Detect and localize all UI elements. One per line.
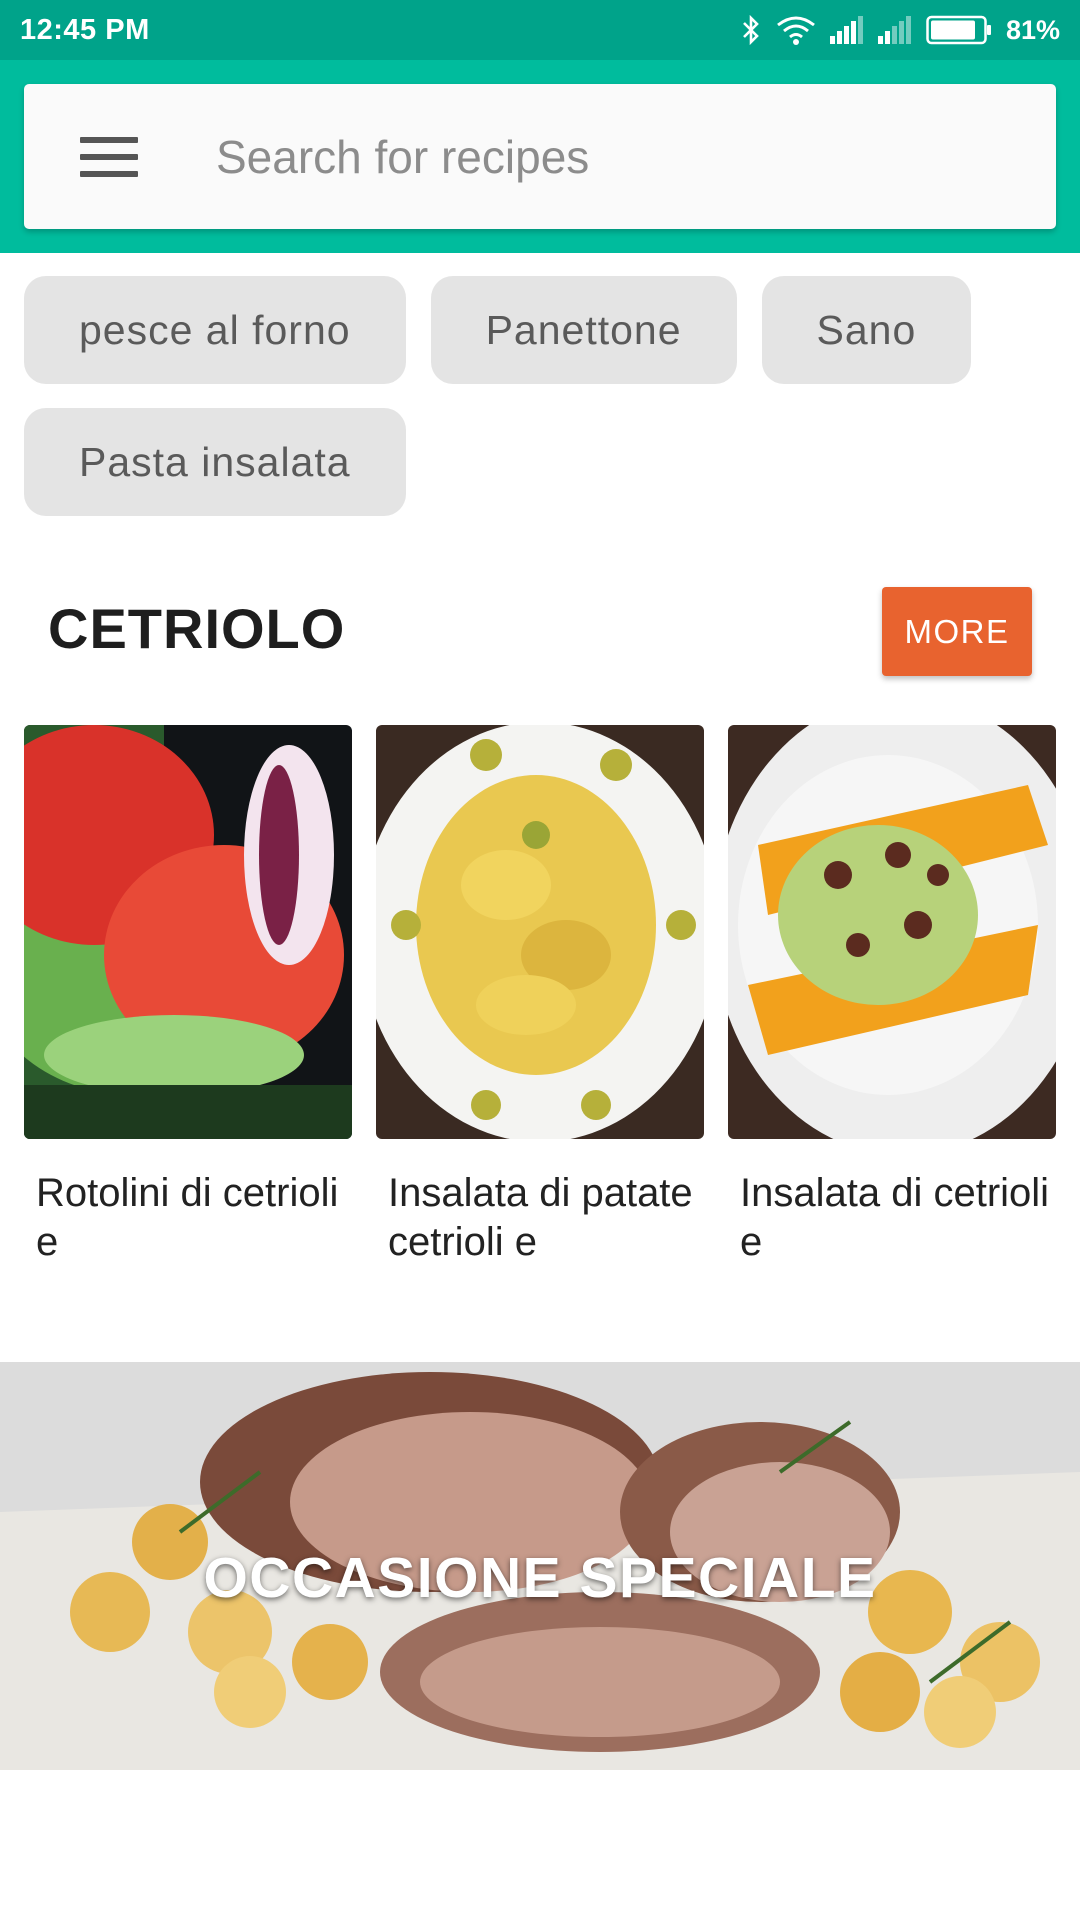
status-bar: 12:45 PM 81% (0, 0, 1080, 60)
battery-icon (926, 15, 992, 45)
chip-panettone[interactable]: Panettone (430, 276, 737, 384)
recipe-image (376, 725, 704, 1139)
section-title: CETRIOLO (48, 597, 346, 660)
chip-pesce-al-forno[interactable]: pesce al forno (24, 276, 406, 384)
signal-weak-icon (877, 16, 912, 44)
banner-title: OCCASIONE SPECIALE (203, 1546, 877, 1610)
search-input[interactable] (216, 129, 976, 184)
recipe-image (728, 725, 1056, 1139)
status-time: 12:45 PM (20, 13, 150, 46)
recipe-title: Insalata di patate cetrioli e (388, 1171, 693, 1264)
battery-percent: 81% (1005, 14, 1060, 45)
more-button[interactable]: MORE (882, 587, 1032, 676)
hamburger-menu-icon[interactable] (80, 136, 138, 177)
recipe-card[interactable]: Insalata di patate cetrioli e (376, 725, 704, 1267)
recipe-image (24, 725, 352, 1139)
signal-icon (829, 16, 864, 44)
recipe-title: Insalata di cetrioli e (740, 1171, 1050, 1264)
recipe-card[interactable]: Rotolini di cetrioli e (24, 725, 352, 1267)
recipe-title: Rotolini di cetrioli e (36, 1171, 339, 1264)
chip-pasta-insalata[interactable]: Pasta insalata (24, 408, 406, 516)
bluetooth-icon (740, 15, 762, 45)
wifi-icon (776, 15, 816, 45)
suggestion-chips: pesce al forno Panettone Sano Pasta insa… (24, 276, 1064, 516)
search-bar (24, 84, 1056, 229)
category-banner[interactable]: OCCASIONE SPECIALE (0, 1362, 1080, 1770)
recipe-carousel: Rotolini di cetrioli e Insalata di patat… (24, 725, 1056, 1267)
app-bar (0, 60, 1080, 253)
recipe-card[interactable]: Insalata di cetrioli e (728, 725, 1056, 1267)
status-icons: 81% (740, 15, 1060, 46)
chip-sano[interactable]: Sano (761, 276, 972, 384)
